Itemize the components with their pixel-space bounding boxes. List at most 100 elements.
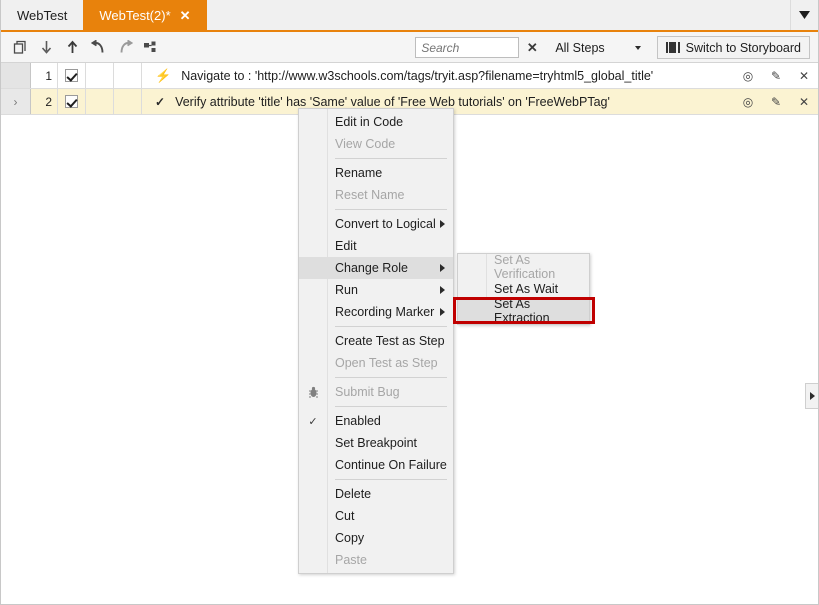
step-description: Verify attribute 'title' has 'Same' valu… xyxy=(175,94,610,109)
menu-item-glyph-slot xyxy=(299,213,327,235)
right-panel-expand-button[interactable] xyxy=(805,383,818,409)
menu-item-glyph-slot xyxy=(458,278,486,300)
toolbar-right-group: ✕ All Steps Switch to Storyboard xyxy=(415,32,810,63)
menu-item-label: Create Test as Step xyxy=(335,334,445,348)
arrow-up-icon[interactable] xyxy=(61,36,84,59)
menu-item-submit-bug: Submit Bug xyxy=(299,381,453,403)
submenu-arrow-icon xyxy=(440,264,445,272)
submenu-arrow-icon xyxy=(440,308,445,316)
tab-list-dropdown-icon[interactable] xyxy=(790,0,818,30)
menu-item-glyph-slot xyxy=(299,257,327,279)
submenu-item-label: Set As Extraction xyxy=(494,297,550,325)
menu-item-copy[interactable]: Copy xyxy=(299,527,453,549)
row-checkbox[interactable] xyxy=(65,69,78,82)
menu-separator xyxy=(335,479,447,480)
menu-separator xyxy=(335,406,447,407)
edit-step-icon[interactable]: ✎ xyxy=(766,66,786,86)
submenu-item-set-as-extraction[interactable]: Set As Extraction xyxy=(458,297,589,325)
switch-to-storyboard-button[interactable]: Switch to Storyboard xyxy=(656,36,810,59)
menu-item-change-role[interactable]: Change Role xyxy=(299,257,453,279)
menu-item-label: Convert to Logical xyxy=(335,217,436,231)
menu-item-label: Change Role xyxy=(335,261,408,275)
menu-item-delete[interactable]: Delete xyxy=(299,483,453,505)
record-step-icon[interactable]: ◎ xyxy=(738,92,758,112)
menu-item-label: Cut xyxy=(335,509,355,523)
delete-step-icon[interactable]: ✕ xyxy=(794,92,814,112)
bug-icon xyxy=(299,381,327,403)
menu-item-label: Reset Name xyxy=(335,188,405,202)
steps-filter-label: All Steps xyxy=(555,40,605,55)
menu-item-label: Edit xyxy=(335,239,357,253)
menu-item-label: Paste xyxy=(335,553,367,567)
menu-item-edit-in-code[interactable]: Edit in Code xyxy=(299,111,453,133)
undo-icon[interactable] xyxy=(87,36,110,59)
menu-item-label: Enabled xyxy=(335,414,381,428)
menu-item-glyph-slot xyxy=(299,352,327,374)
delete-step-icon[interactable]: ✕ xyxy=(794,66,814,86)
row-actions: ◎ ✎ ✕ xyxy=(734,63,818,88)
menu-item-glyph-slot xyxy=(458,256,486,278)
editor-toolbar: ✕ All Steps Switch to Storyboard xyxy=(1,32,818,63)
menu-item-glyph-slot xyxy=(299,184,327,206)
copy-icon[interactable] xyxy=(9,36,32,59)
edit-step-icon[interactable]: ✎ xyxy=(766,92,786,112)
menu-item-glyph-slot xyxy=(299,432,327,454)
steps-filter-dropdown[interactable]: All Steps xyxy=(545,36,644,59)
menu-item-continue-on-failure[interactable]: Continue On Failure xyxy=(299,454,453,476)
menu-separator xyxy=(335,377,447,378)
menu-item-enabled[interactable]: ✓ Enabled xyxy=(299,410,453,432)
webtest-editor-window: WebTest WebTest(2)* ✕ ✕ xyxy=(0,0,819,605)
menu-item-view-code: View Code xyxy=(299,133,453,155)
menu-item-reset-name: Reset Name xyxy=(299,184,453,206)
menu-item-rename[interactable]: Rename xyxy=(299,162,453,184)
menu-item-open-test-as-step: Open Test as Step xyxy=(299,352,453,374)
menu-item-set-breakpoint[interactable]: Set Breakpoint xyxy=(299,432,453,454)
tab-label: WebTest(2)* xyxy=(99,7,171,23)
menu-separator xyxy=(335,158,447,159)
tab-bar: WebTest WebTest(2)* ✕ xyxy=(1,0,818,32)
menu-item-cut[interactable]: Cut xyxy=(299,505,453,527)
arrow-down-icon[interactable] xyxy=(35,36,58,59)
menu-item-recording-marker[interactable]: Recording Marker xyxy=(299,301,453,323)
redo-icon[interactable] xyxy=(113,36,136,59)
row-checkbox-cell[interactable] xyxy=(58,89,86,114)
chevron-down-icon xyxy=(634,45,641,50)
step-description: Navigate to : 'http://www.w3schools.com/… xyxy=(181,68,654,83)
menu-item-glyph-slot xyxy=(299,301,327,323)
menu-item-glyph-slot xyxy=(299,483,327,505)
insert-step-icon[interactable] xyxy=(139,36,162,59)
menu-item-label: Continue On Failure xyxy=(335,458,447,472)
menu-item-run[interactable]: Run xyxy=(299,279,453,301)
menu-item-glyph-slot xyxy=(299,505,327,527)
checkmark-icon: ✓ xyxy=(308,415,318,428)
tab-label: WebTest xyxy=(17,7,68,23)
table-row[interactable]: 1 ⚡ Navigate to : 'http://www.w3schools.… xyxy=(1,63,818,89)
menu-item-convert-to-logical[interactable]: Convert to Logical xyxy=(299,213,453,235)
row-col-spacer-b xyxy=(114,89,142,114)
row-content[interactable]: ⚡ Navigate to : 'http://www.w3schools.co… xyxy=(142,63,734,88)
menu-item-glyph-slot xyxy=(458,300,486,322)
search-input[interactable] xyxy=(415,37,520,58)
submenu-arrow-icon xyxy=(440,286,445,294)
row-col-spacer-b xyxy=(114,63,142,88)
change-role-submenu: Set As Verification Set As Wait Set As Ext… xyxy=(457,253,590,325)
menu-item-edit[interactable]: Edit xyxy=(299,235,453,257)
row-checkbox[interactable] xyxy=(65,95,78,108)
record-step-icon[interactable]: ◎ xyxy=(738,66,758,86)
row-checkbox-cell[interactable] xyxy=(58,63,86,88)
lightning-bolt-icon: ⚡ xyxy=(155,68,172,83)
storyboard-icon xyxy=(665,42,680,53)
menu-item-glyph-slot xyxy=(299,330,327,352)
submenu-arrow-icon xyxy=(440,220,445,228)
tab-close-icon[interactable]: ✕ xyxy=(180,9,191,22)
menu-item-glyph-slot xyxy=(299,549,327,571)
tab-webtest[interactable]: WebTest xyxy=(1,0,83,30)
clear-search-icon[interactable]: ✕ xyxy=(519,36,545,59)
row-number: 1 xyxy=(31,63,58,88)
step-context-menu: Edit in Code View Code Rename Reset Name Con… xyxy=(298,108,454,574)
tab-webtest2[interactable]: WebTest(2)* ✕ xyxy=(83,0,207,30)
menu-item-label: Set Breakpoint xyxy=(335,436,417,450)
menu-item-create-test-as-step[interactable]: Create Test as Step xyxy=(299,330,453,352)
submenu-item-set-as-verification: Set As Verification xyxy=(458,253,589,281)
menu-item-label: Open Test as Step xyxy=(335,356,438,370)
